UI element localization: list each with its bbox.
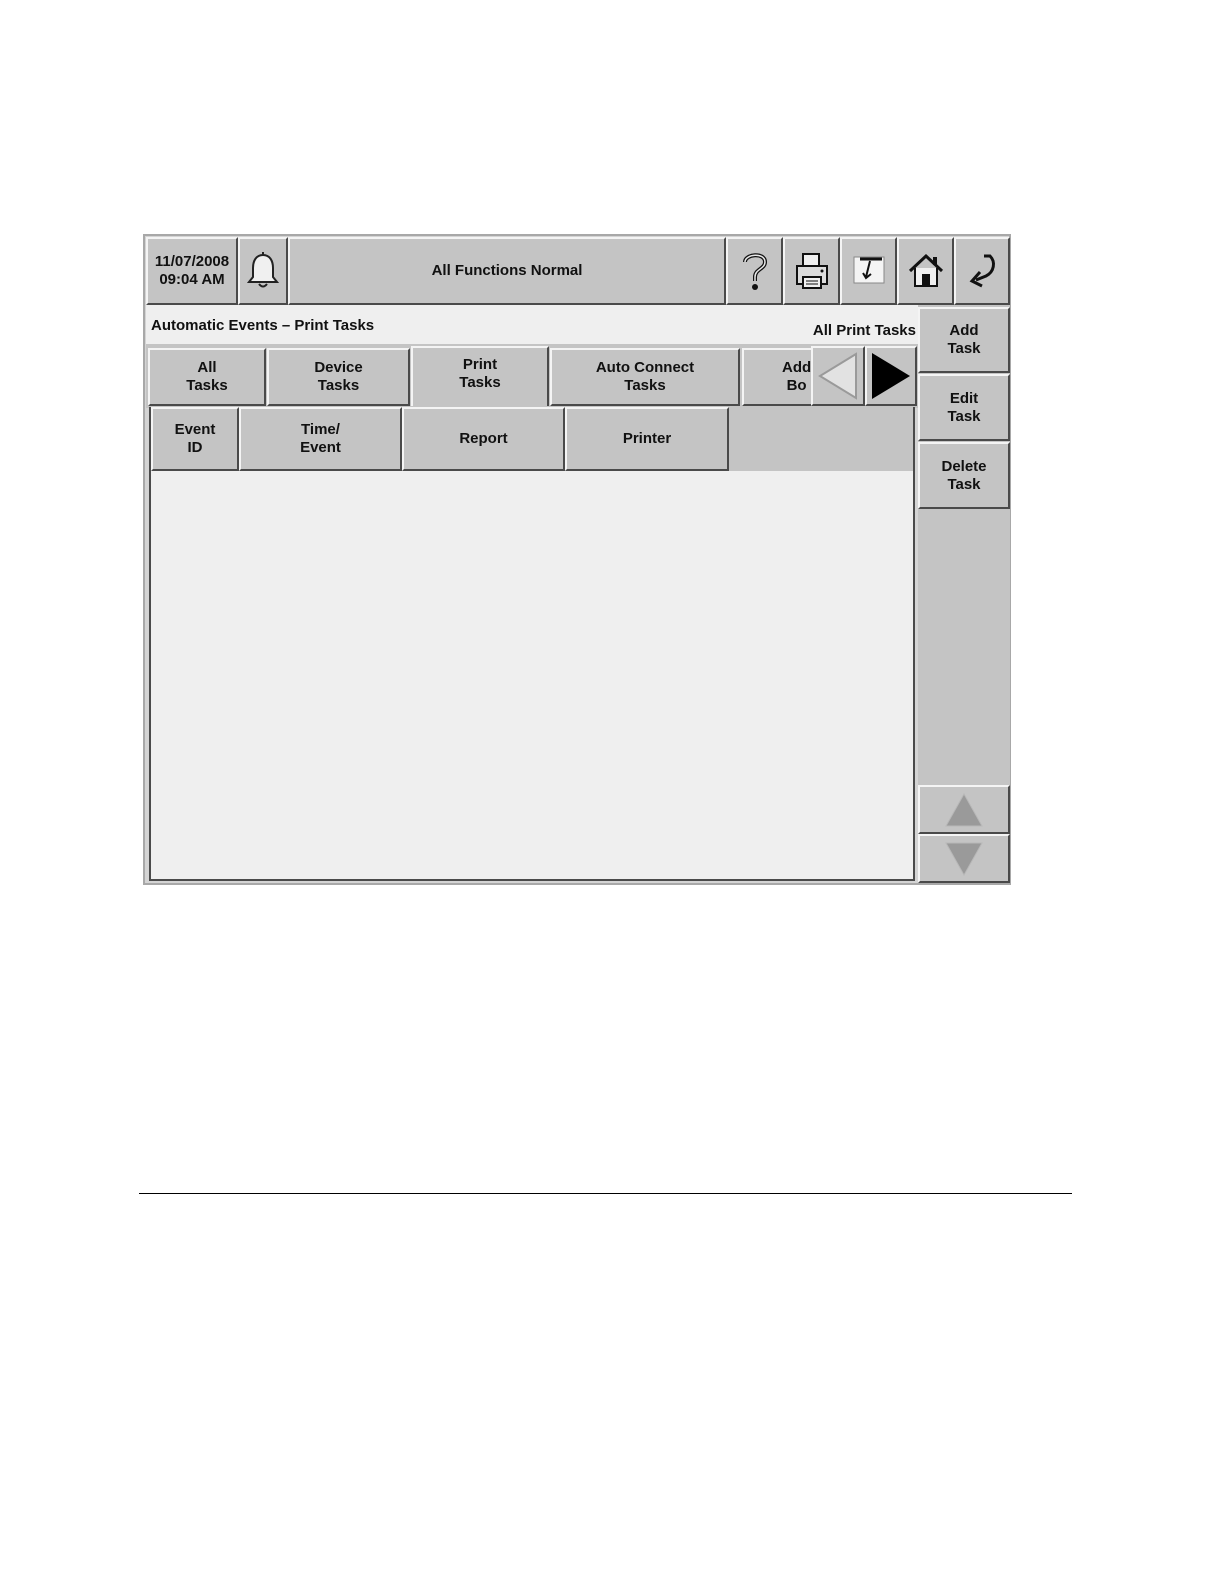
- delete-task-button[interactable]: Delete Task: [918, 442, 1010, 509]
- column-header-report[interactable]: Report: [402, 407, 565, 471]
- header-strip: Automatic Events – Print Tasks All Print…: [146, 305, 918, 344]
- tab-label: Device Tasks: [314, 359, 363, 394]
- status-message: All Functions Normal: [431, 262, 583, 279]
- scroll-down-button[interactable]: [918, 834, 1010, 883]
- event-table: Event ID Time/ Event Report Printer: [149, 407, 915, 881]
- back-icon: [964, 234, 1000, 308]
- column-header-label: Time/ Event: [300, 421, 341, 456]
- home-icon: [907, 234, 945, 308]
- tab-label: Print Tasks: [459, 356, 501, 391]
- tab-label: All Tasks: [186, 359, 228, 394]
- tab-print-tasks[interactable]: Print Tasks: [411, 346, 549, 406]
- button-label: Edit Task: [947, 389, 981, 425]
- print-icon: [793, 233, 831, 309]
- help-button[interactable]: [726, 237, 783, 305]
- status-message-bar: All Functions Normal: [288, 237, 726, 305]
- back-button[interactable]: [954, 237, 1010, 305]
- tab-auto-connect-tasks[interactable]: Auto Connect Tasks: [550, 348, 740, 406]
- tab-all-tasks[interactable]: All Tasks: [148, 348, 266, 406]
- calibrate-button[interactable]: [840, 237, 897, 305]
- help-icon: [737, 232, 773, 310]
- page-title: Automatic Events – Print Tasks: [151, 317, 375, 334]
- tab-scroll-right-button[interactable]: [865, 346, 917, 406]
- column-header-printer[interactable]: Printer: [565, 407, 729, 471]
- left-arrow-icon: [816, 334, 860, 418]
- button-label: Delete Task: [941, 457, 987, 493]
- alarm-bell-button[interactable]: [238, 237, 288, 305]
- date-time-display: 11/07/2008 09:04 AM: [146, 237, 238, 305]
- column-header-label: Event ID: [174, 421, 216, 456]
- time-text: 09:04 AM: [159, 271, 225, 288]
- column-header-event-id[interactable]: Event ID: [151, 407, 239, 471]
- down-arrow-icon: [944, 823, 984, 895]
- tab-label: Add Bo: [782, 359, 812, 394]
- page-divider: [139, 1193, 1072, 1194]
- bell-icon: [245, 233, 281, 309]
- tab-device-tasks[interactable]: Device Tasks: [267, 348, 410, 406]
- print-button[interactable]: [783, 237, 840, 305]
- calibrate-icon: [850, 235, 888, 307]
- date-text: 11/07/2008: [154, 253, 230, 270]
- tab-scroll-left-button[interactable]: [811, 346, 865, 406]
- column-header-label: Report: [459, 430, 508, 447]
- home-button[interactable]: [897, 237, 954, 305]
- add-task-button[interactable]: Add Task: [918, 307, 1010, 373]
- console-screen: 11/07/2008 09:04 AM All Functions Normal: [143, 234, 1011, 885]
- table-body: [151, 471, 913, 879]
- tab-label: Auto Connect Tasks: [595, 359, 695, 394]
- edit-task-button[interactable]: Edit Task: [918, 374, 1010, 441]
- button-label: Add Task: [947, 322, 981, 357]
- column-header-label: Printer: [622, 430, 672, 447]
- column-header-time-event[interactable]: Time/ Event: [239, 407, 402, 471]
